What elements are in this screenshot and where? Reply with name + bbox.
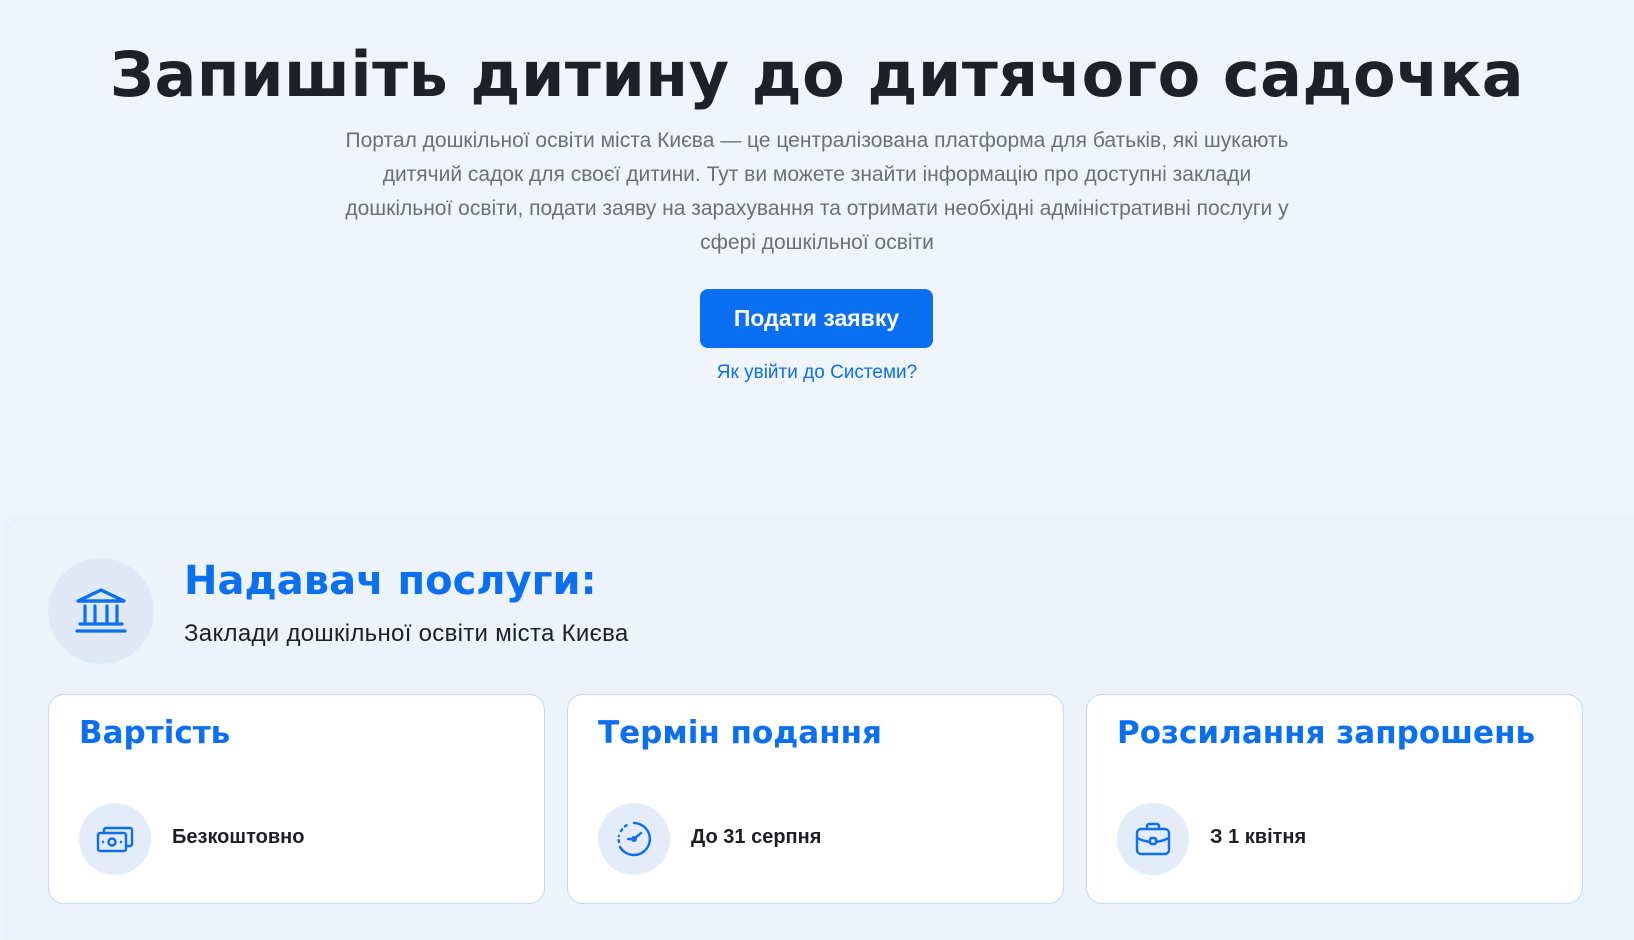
page-title: Запишіть дитину до дитячого садочка	[109, 38, 1525, 111]
cost-card: Вартість Безкоштовно	[48, 694, 545, 904]
provider-heading: Надавач послуги:	[184, 558, 597, 604]
card-title: Вартість	[79, 715, 231, 751]
provider-name: Заклади дошкільної освіти міста Києва	[184, 620, 629, 647]
money-icon	[96, 826, 134, 853]
card-icon-circle	[1117, 803, 1189, 875]
login-help-link[interactable]: Як увійти до Системи?	[0, 362, 1634, 384]
apply-button[interactable]: Подати заявку	[700, 289, 933, 348]
hero-section: Запишіть дитину до дитячого садочка Порт…	[0, 0, 1634, 520]
deadline-card: Термін подання До 31 серпня	[567, 694, 1064, 904]
briefcase-icon	[1135, 822, 1171, 856]
card-title: Термін подання	[598, 715, 882, 751]
card-icon-circle	[598, 803, 670, 875]
card-value: З 1 квітня	[1210, 826, 1307, 848]
provider-icon-circle	[48, 558, 154, 664]
clock-icon	[617, 821, 652, 857]
invitations-card: Розсилання запрошень З 1 квітня	[1086, 694, 1583, 904]
card-value: До 31 серпня	[691, 826, 822, 848]
card-value: Безкоштовно	[172, 826, 305, 848]
card-title: Розсилання запрошень	[1117, 715, 1536, 751]
hero-description: Портал дошкільної освіти міста Києва — ц…	[345, 129, 1289, 254]
card-icon-circle	[79, 803, 151, 875]
government-building-icon	[75, 588, 127, 633]
